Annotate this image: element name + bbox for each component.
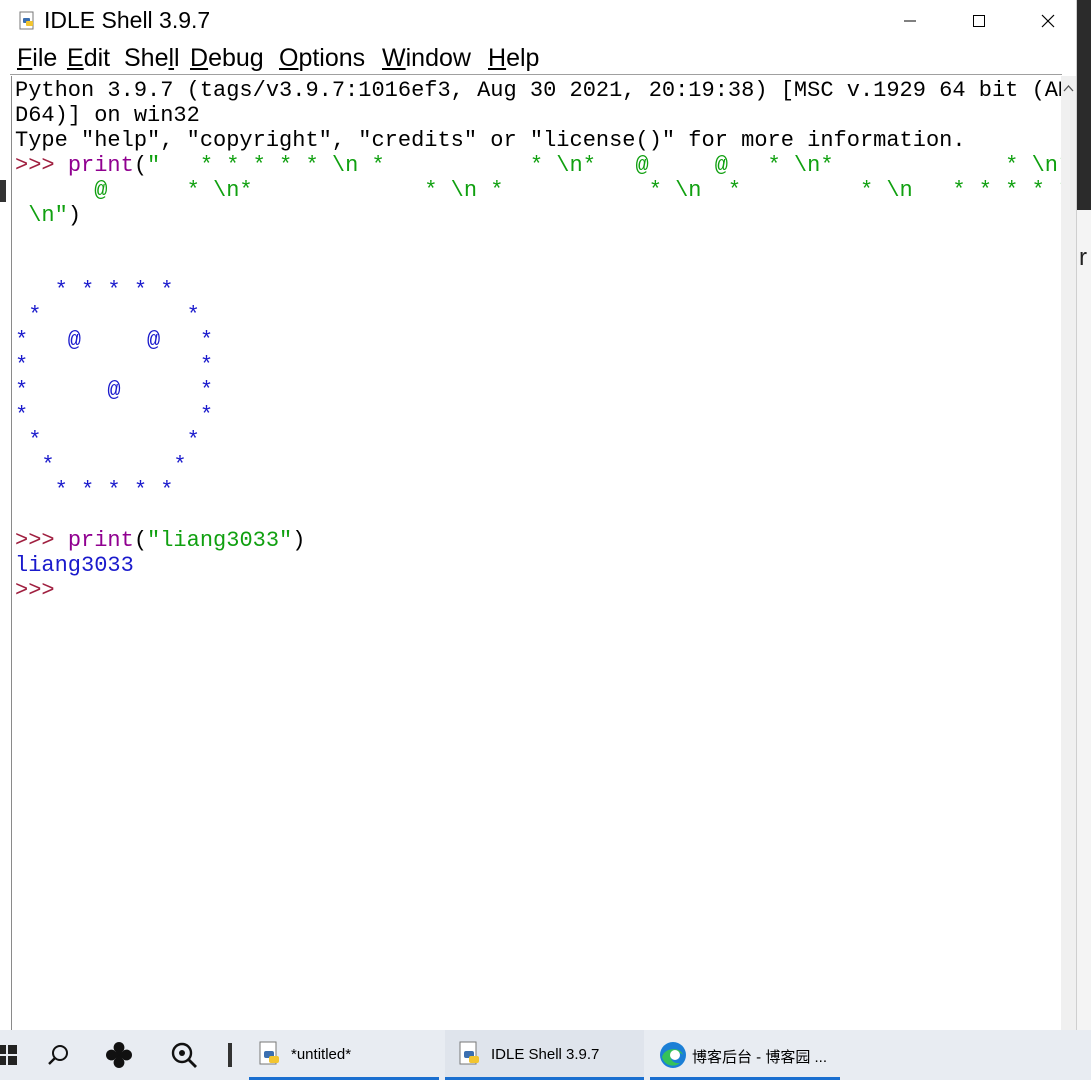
python-idle-icon bbox=[459, 1041, 479, 1065]
menu-window[interactable]: Window bbox=[382, 44, 471, 73]
taskbar-app-button[interactable] bbox=[104, 1040, 134, 1070]
taskbar-app-browser[interactable]: 博客后台 - 博客园 ... bbox=[650, 1030, 840, 1080]
command-line: >>> print("liang3033") bbox=[15, 528, 306, 553]
scroll-up-arrow-icon[interactable] bbox=[1061, 80, 1076, 98]
output-line: liang3033 bbox=[15, 553, 134, 578]
app-icon bbox=[106, 1042, 132, 1068]
banner-line: Python 3.9.7 (tags/v3.9.7:1016ef3, Aug 3… bbox=[15, 78, 1062, 103]
input-line[interactable]: >>> bbox=[15, 578, 68, 603]
string-literal: " * * * * * \n * * \n* @ @ * \n* * \n* bbox=[147, 153, 1062, 178]
command-line-wrap: \n") bbox=[15, 203, 82, 228]
taskbar-app-untitled[interactable]: *untitled* bbox=[249, 1030, 439, 1080]
banner-line: Type "help", "copyright", "credits" or "… bbox=[15, 128, 966, 153]
taskbar-divider bbox=[228, 1043, 232, 1067]
menu-divider bbox=[10, 74, 1062, 75]
menu-file[interactable]: File bbox=[17, 44, 57, 73]
python-idle-icon bbox=[259, 1041, 279, 1065]
menu-help[interactable]: Help bbox=[488, 44, 539, 73]
shell-prompt: >>> bbox=[15, 528, 68, 553]
shell-prompt: >>> bbox=[15, 578, 68, 603]
output-line: * * bbox=[15, 428, 200, 453]
output-line: * * * * * bbox=[15, 478, 174, 503]
menu-debug[interactable]: Debug bbox=[190, 44, 264, 73]
taskbar-app-idle-shell[interactable]: IDLE Shell 3.9.7 bbox=[445, 1030, 644, 1080]
keyword: print bbox=[67, 153, 134, 178]
maximize-icon bbox=[973, 15, 985, 27]
search-icon bbox=[48, 1045, 68, 1065]
idle-shell-window: IDLE Shell 3.9.7 File Edit Shell Debug O… bbox=[0, 0, 1077, 1030]
taskbar-app-label: *untitled* bbox=[291, 1046, 352, 1063]
shell-prompt: >>> bbox=[15, 153, 68, 178]
output-line: * * * * * bbox=[15, 278, 174, 303]
background-window-strip: r bbox=[1077, 0, 1091, 1030]
python-idle-icon bbox=[19, 11, 34, 30]
banner-line: D64)] on win32 bbox=[15, 103, 200, 128]
windows-start-icon bbox=[0, 1045, 17, 1065]
menu-bar: File Edit Shell Debug Options Window Hel… bbox=[0, 42, 1076, 76]
background-window-edge bbox=[0, 180, 6, 202]
taskbar-app-label: IDLE Shell 3.9.7 bbox=[491, 1046, 600, 1063]
close-icon bbox=[1041, 14, 1055, 28]
output-line: * * bbox=[15, 353, 214, 378]
vertical-scrollbar[interactable] bbox=[1061, 76, 1076, 1030]
output-line: * * bbox=[15, 303, 200, 328]
output-line: * @ * bbox=[15, 378, 214, 403]
minimize-button[interactable] bbox=[876, 0, 944, 42]
taskbar: *untitled* IDLE Shell 3.9.7 博客后台 - 博客园 .… bbox=[0, 1030, 1091, 1080]
command-line: >>> print(" * * * * * \n * * \n* @ @ * \… bbox=[15, 153, 1062, 178]
shell-text-area[interactable]: Python 3.9.7 (tags/v3.9.7:1016ef3, Aug 3… bbox=[11, 76, 1062, 1030]
menu-options[interactable]: Options bbox=[279, 44, 365, 73]
close-button[interactable] bbox=[1014, 0, 1082, 42]
magnifier-icon bbox=[171, 1042, 197, 1068]
taskbar-app-label: 博客后台 - 博客园 ... bbox=[692, 1049, 828, 1066]
menu-edit[interactable]: Edit bbox=[67, 44, 110, 73]
keyword: print bbox=[67, 528, 134, 553]
title-bar[interactable]: IDLE Shell 3.9.7 bbox=[0, 0, 1076, 42]
minimize-icon bbox=[904, 20, 916, 22]
output-line: * * bbox=[15, 403, 214, 428]
edge-browser-icon bbox=[660, 1042, 686, 1068]
command-line-wrap: @ * \n* * \n * * \n * * \n * * * * * bbox=[15, 178, 1062, 203]
output-line: * @ @ * bbox=[15, 328, 214, 353]
string-literal: "liang3033" bbox=[147, 528, 293, 553]
taskbar-search-button[interactable] bbox=[44, 1040, 74, 1070]
menu-shell[interactable]: Shell bbox=[124, 44, 180, 73]
maximize-button[interactable] bbox=[945, 0, 1013, 42]
output-line: * * bbox=[15, 453, 187, 478]
window-title: IDLE Shell 3.9.7 bbox=[44, 7, 211, 33]
start-button[interactable] bbox=[0, 1040, 22, 1070]
taskbar-search2-button[interactable] bbox=[169, 1040, 199, 1070]
